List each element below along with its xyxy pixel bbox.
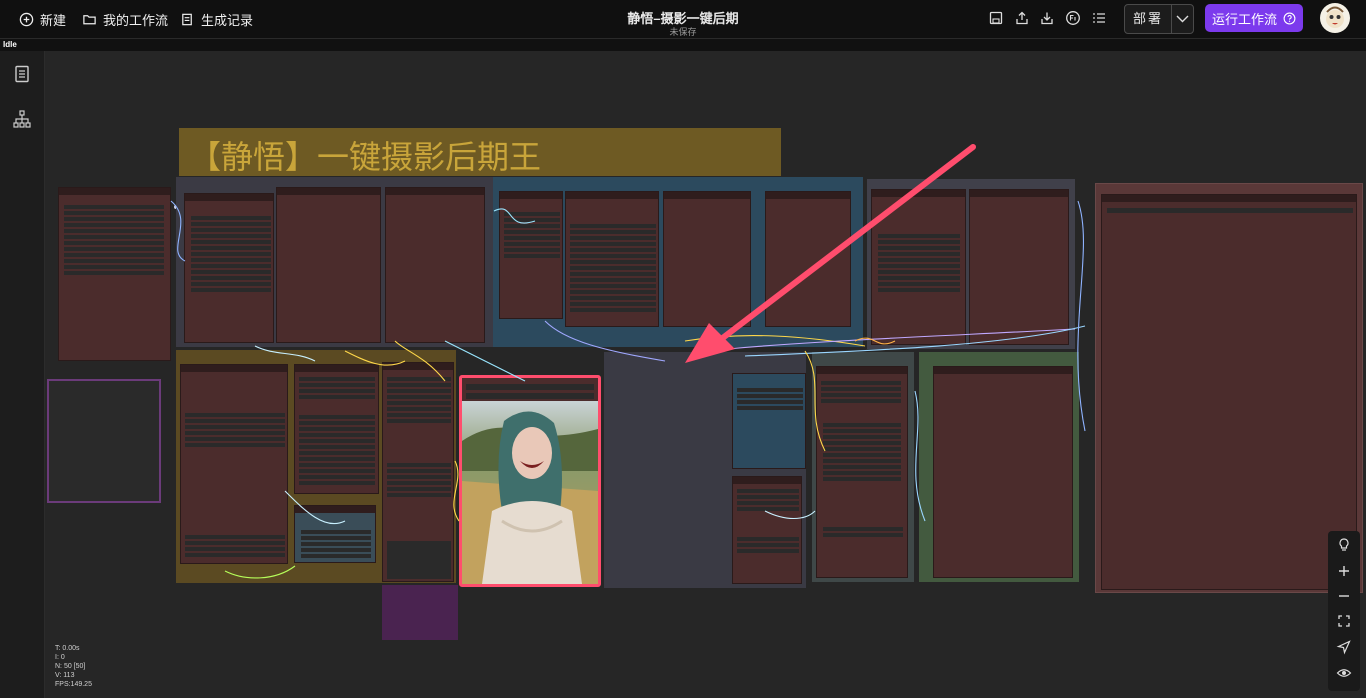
left-sidebar bbox=[0, 51, 45, 698]
connection-wires bbox=[170, 144, 1086, 579]
run-workflow-label: 运行工作流 bbox=[1211, 11, 1277, 27]
download-icon[interactable] bbox=[1039, 10, 1055, 26]
new-label: 新建 bbox=[40, 12, 67, 28]
stat-fps: FPS:149.25 bbox=[55, 681, 92, 688]
list-icon[interactable] bbox=[1091, 10, 1107, 26]
export-icon[interactable] bbox=[1014, 10, 1030, 26]
history-button[interactable]: 生成记录 bbox=[180, 9, 253, 29]
avatar-image bbox=[1326, 6, 1344, 28]
document-icon[interactable] bbox=[12, 64, 32, 84]
stat-v: V: 113 bbox=[55, 672, 75, 679]
top-toolbar: 新建 我的工作流 生成记录 静悟–摄影一键后期 未保存 部署 运行工作流 bbox=[0, 0, 1366, 39]
plus-circle-icon bbox=[19, 12, 34, 26]
language-icon[interactable] bbox=[1065, 10, 1081, 26]
avatar[interactable] bbox=[1320, 3, 1350, 33]
save-status: 未保存 bbox=[669, 27, 697, 37]
deploy-button[interactable]: 部署 bbox=[1124, 4, 1194, 34]
fit-view-icon[interactable] bbox=[1336, 613, 1352, 629]
save-icon[interactable] bbox=[988, 10, 1004, 26]
help-icon bbox=[1283, 12, 1296, 24]
status-bar: Idle bbox=[0, 39, 1366, 51]
deploy-label: 部署 bbox=[1125, 5, 1172, 33]
zoom-in-icon[interactable] bbox=[1336, 563, 1352, 579]
canvas-tools bbox=[1328, 531, 1360, 691]
new-button[interactable]: 新建 bbox=[19, 9, 66, 29]
workflow-canvas[interactable]: 【静悟】一键摄影后期王 T: 0.00s I: 0 N: 50 [50] V: … bbox=[45, 51, 1366, 698]
node-tree-icon[interactable] bbox=[12, 109, 32, 129]
eye-icon[interactable] bbox=[1336, 665, 1352, 681]
run-workflow-button[interactable]: 运行工作流 bbox=[1205, 4, 1303, 32]
zoom-out-icon[interactable] bbox=[1336, 588, 1352, 604]
my-workflows-button[interactable]: 我的工作流 bbox=[82, 9, 168, 29]
my-workflows-label: 我的工作流 bbox=[103, 12, 169, 28]
history-label: 生成记录 bbox=[201, 12, 254, 28]
stat-nodes: N: 50 [50] bbox=[55, 663, 86, 670]
chevron-down-icon[interactable] bbox=[1172, 5, 1193, 33]
stat-time: T: 0.00s bbox=[55, 645, 80, 652]
history-icon bbox=[182, 13, 192, 25]
bulb-icon[interactable] bbox=[1336, 537, 1352, 553]
red-arrow bbox=[685, 144, 976, 363]
pointer-icon[interactable] bbox=[1336, 639, 1352, 655]
folder-icon bbox=[83, 14, 96, 24]
stat-i: I: 0 bbox=[55, 654, 65, 661]
status-text: Idle bbox=[3, 40, 17, 49]
performance-stats: T: 0.00s I: 0 N: 50 [50] V: 113 FPS:149.… bbox=[55, 644, 92, 689]
